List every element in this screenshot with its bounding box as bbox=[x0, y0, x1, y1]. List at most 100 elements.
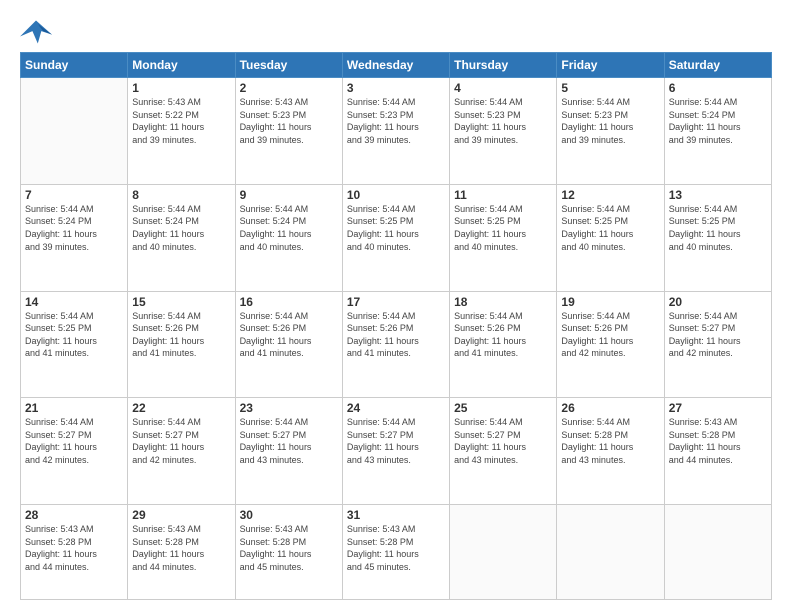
calendar-day-header: Wednesday bbox=[342, 53, 449, 78]
day-number: 25 bbox=[454, 401, 552, 415]
cell-info: Sunrise: 5:44 AM Sunset: 5:27 PM Dayligh… bbox=[240, 416, 338, 466]
calendar-cell: 2Sunrise: 5:43 AM Sunset: 5:23 PM Daylig… bbox=[235, 78, 342, 185]
day-number: 18 bbox=[454, 295, 552, 309]
cell-info: Sunrise: 5:44 AM Sunset: 5:27 PM Dayligh… bbox=[347, 416, 445, 466]
day-number: 19 bbox=[561, 295, 659, 309]
cell-info: Sunrise: 5:44 AM Sunset: 5:23 PM Dayligh… bbox=[347, 96, 445, 146]
calendar-week-row: 14Sunrise: 5:44 AM Sunset: 5:25 PM Dayli… bbox=[21, 291, 772, 398]
cell-info: Sunrise: 5:43 AM Sunset: 5:28 PM Dayligh… bbox=[25, 523, 123, 573]
calendar-day-header: Monday bbox=[128, 53, 235, 78]
cell-info: Sunrise: 5:44 AM Sunset: 5:25 PM Dayligh… bbox=[454, 203, 552, 253]
calendar-cell: 13Sunrise: 5:44 AM Sunset: 5:25 PM Dayli… bbox=[664, 184, 771, 291]
cell-info: Sunrise: 5:44 AM Sunset: 5:24 PM Dayligh… bbox=[669, 96, 767, 146]
calendar-day-header: Saturday bbox=[664, 53, 771, 78]
cell-info: Sunrise: 5:44 AM Sunset: 5:26 PM Dayligh… bbox=[454, 310, 552, 360]
cell-info: Sunrise: 5:43 AM Sunset: 5:23 PM Dayligh… bbox=[240, 96, 338, 146]
day-number: 31 bbox=[347, 508, 445, 522]
calendar-cell: 22Sunrise: 5:44 AM Sunset: 5:27 PM Dayli… bbox=[128, 398, 235, 505]
day-number: 16 bbox=[240, 295, 338, 309]
cell-info: Sunrise: 5:44 AM Sunset: 5:25 PM Dayligh… bbox=[669, 203, 767, 253]
calendar-cell: 21Sunrise: 5:44 AM Sunset: 5:27 PM Dayli… bbox=[21, 398, 128, 505]
calendar-cell: 10Sunrise: 5:44 AM Sunset: 5:25 PM Dayli… bbox=[342, 184, 449, 291]
calendar-cell: 12Sunrise: 5:44 AM Sunset: 5:25 PM Dayli… bbox=[557, 184, 664, 291]
cell-info: Sunrise: 5:44 AM Sunset: 5:25 PM Dayligh… bbox=[347, 203, 445, 253]
calendar-cell: 19Sunrise: 5:44 AM Sunset: 5:26 PM Dayli… bbox=[557, 291, 664, 398]
cell-info: Sunrise: 5:43 AM Sunset: 5:28 PM Dayligh… bbox=[669, 416, 767, 466]
cell-info: Sunrise: 5:43 AM Sunset: 5:22 PM Dayligh… bbox=[132, 96, 230, 146]
calendar-cell: 24Sunrise: 5:44 AM Sunset: 5:27 PM Dayli… bbox=[342, 398, 449, 505]
calendar-cell: 26Sunrise: 5:44 AM Sunset: 5:28 PM Dayli… bbox=[557, 398, 664, 505]
cell-info: Sunrise: 5:44 AM Sunset: 5:26 PM Dayligh… bbox=[561, 310, 659, 360]
day-number: 17 bbox=[347, 295, 445, 309]
cell-info: Sunrise: 5:43 AM Sunset: 5:28 PM Dayligh… bbox=[240, 523, 338, 573]
calendar-cell: 17Sunrise: 5:44 AM Sunset: 5:26 PM Dayli… bbox=[342, 291, 449, 398]
day-number: 24 bbox=[347, 401, 445, 415]
day-number: 8 bbox=[132, 188, 230, 202]
cell-info: Sunrise: 5:44 AM Sunset: 5:25 PM Dayligh… bbox=[25, 310, 123, 360]
day-number: 29 bbox=[132, 508, 230, 522]
calendar-header-row: SundayMondayTuesdayWednesdayThursdayFrid… bbox=[21, 53, 772, 78]
calendar-cell: 23Sunrise: 5:44 AM Sunset: 5:27 PM Dayli… bbox=[235, 398, 342, 505]
calendar-cell bbox=[450, 505, 557, 600]
cell-info: Sunrise: 5:44 AM Sunset: 5:23 PM Dayligh… bbox=[561, 96, 659, 146]
cell-info: Sunrise: 5:44 AM Sunset: 5:27 PM Dayligh… bbox=[25, 416, 123, 466]
day-number: 21 bbox=[25, 401, 123, 415]
calendar-cell: 6Sunrise: 5:44 AM Sunset: 5:24 PM Daylig… bbox=[664, 78, 771, 185]
header bbox=[20, 18, 772, 46]
day-number: 11 bbox=[454, 188, 552, 202]
calendar-cell: 31Sunrise: 5:43 AM Sunset: 5:28 PM Dayli… bbox=[342, 505, 449, 600]
calendar-cell: 27Sunrise: 5:43 AM Sunset: 5:28 PM Dayli… bbox=[664, 398, 771, 505]
calendar-table: SundayMondayTuesdayWednesdayThursdayFrid… bbox=[20, 52, 772, 600]
day-number: 12 bbox=[561, 188, 659, 202]
calendar-cell: 4Sunrise: 5:44 AM Sunset: 5:23 PM Daylig… bbox=[450, 78, 557, 185]
cell-info: Sunrise: 5:44 AM Sunset: 5:24 PM Dayligh… bbox=[25, 203, 123, 253]
day-number: 13 bbox=[669, 188, 767, 202]
cell-info: Sunrise: 5:44 AM Sunset: 5:27 PM Dayligh… bbox=[669, 310, 767, 360]
day-number: 28 bbox=[25, 508, 123, 522]
calendar-cell: 14Sunrise: 5:44 AM Sunset: 5:25 PM Dayli… bbox=[21, 291, 128, 398]
day-number: 14 bbox=[25, 295, 123, 309]
calendar-cell: 3Sunrise: 5:44 AM Sunset: 5:23 PM Daylig… bbox=[342, 78, 449, 185]
calendar-cell: 8Sunrise: 5:44 AM Sunset: 5:24 PM Daylig… bbox=[128, 184, 235, 291]
calendar-cell: 16Sunrise: 5:44 AM Sunset: 5:26 PM Dayli… bbox=[235, 291, 342, 398]
calendar-cell: 7Sunrise: 5:44 AM Sunset: 5:24 PM Daylig… bbox=[21, 184, 128, 291]
cell-info: Sunrise: 5:44 AM Sunset: 5:23 PM Dayligh… bbox=[454, 96, 552, 146]
day-number: 9 bbox=[240, 188, 338, 202]
calendar-week-row: 21Sunrise: 5:44 AM Sunset: 5:27 PM Dayli… bbox=[21, 398, 772, 505]
calendar-day-header: Thursday bbox=[450, 53, 557, 78]
logo bbox=[20, 18, 56, 46]
calendar-cell bbox=[21, 78, 128, 185]
calendar-cell: 15Sunrise: 5:44 AM Sunset: 5:26 PM Dayli… bbox=[128, 291, 235, 398]
day-number: 23 bbox=[240, 401, 338, 415]
day-number: 6 bbox=[669, 81, 767, 95]
calendar-cell: 20Sunrise: 5:44 AM Sunset: 5:27 PM Dayli… bbox=[664, 291, 771, 398]
cell-info: Sunrise: 5:44 AM Sunset: 5:26 PM Dayligh… bbox=[132, 310, 230, 360]
day-number: 4 bbox=[454, 81, 552, 95]
page: SundayMondayTuesdayWednesdayThursdayFrid… bbox=[0, 0, 792, 612]
calendar-cell bbox=[664, 505, 771, 600]
day-number: 7 bbox=[25, 188, 123, 202]
day-number: 20 bbox=[669, 295, 767, 309]
calendar-week-row: 28Sunrise: 5:43 AM Sunset: 5:28 PM Dayli… bbox=[21, 505, 772, 600]
day-number: 1 bbox=[132, 81, 230, 95]
day-number: 22 bbox=[132, 401, 230, 415]
cell-info: Sunrise: 5:44 AM Sunset: 5:27 PM Dayligh… bbox=[132, 416, 230, 466]
cell-info: Sunrise: 5:43 AM Sunset: 5:28 PM Dayligh… bbox=[132, 523, 230, 573]
cell-info: Sunrise: 5:44 AM Sunset: 5:24 PM Dayligh… bbox=[240, 203, 338, 253]
calendar-week-row: 1Sunrise: 5:43 AM Sunset: 5:22 PM Daylig… bbox=[21, 78, 772, 185]
calendar-day-header: Sunday bbox=[21, 53, 128, 78]
cell-info: Sunrise: 5:43 AM Sunset: 5:28 PM Dayligh… bbox=[347, 523, 445, 573]
cell-info: Sunrise: 5:44 AM Sunset: 5:27 PM Dayligh… bbox=[454, 416, 552, 466]
day-number: 15 bbox=[132, 295, 230, 309]
calendar-cell: 28Sunrise: 5:43 AM Sunset: 5:28 PM Dayli… bbox=[21, 505, 128, 600]
day-number: 27 bbox=[669, 401, 767, 415]
cell-info: Sunrise: 5:44 AM Sunset: 5:24 PM Dayligh… bbox=[132, 203, 230, 253]
calendar-cell: 25Sunrise: 5:44 AM Sunset: 5:27 PM Dayli… bbox=[450, 398, 557, 505]
cell-info: Sunrise: 5:44 AM Sunset: 5:26 PM Dayligh… bbox=[347, 310, 445, 360]
day-number: 30 bbox=[240, 508, 338, 522]
calendar-cell: 5Sunrise: 5:44 AM Sunset: 5:23 PM Daylig… bbox=[557, 78, 664, 185]
calendar-cell: 9Sunrise: 5:44 AM Sunset: 5:24 PM Daylig… bbox=[235, 184, 342, 291]
calendar-cell: 11Sunrise: 5:44 AM Sunset: 5:25 PM Dayli… bbox=[450, 184, 557, 291]
logo-icon bbox=[20, 18, 52, 46]
calendar-cell: 29Sunrise: 5:43 AM Sunset: 5:28 PM Dayli… bbox=[128, 505, 235, 600]
